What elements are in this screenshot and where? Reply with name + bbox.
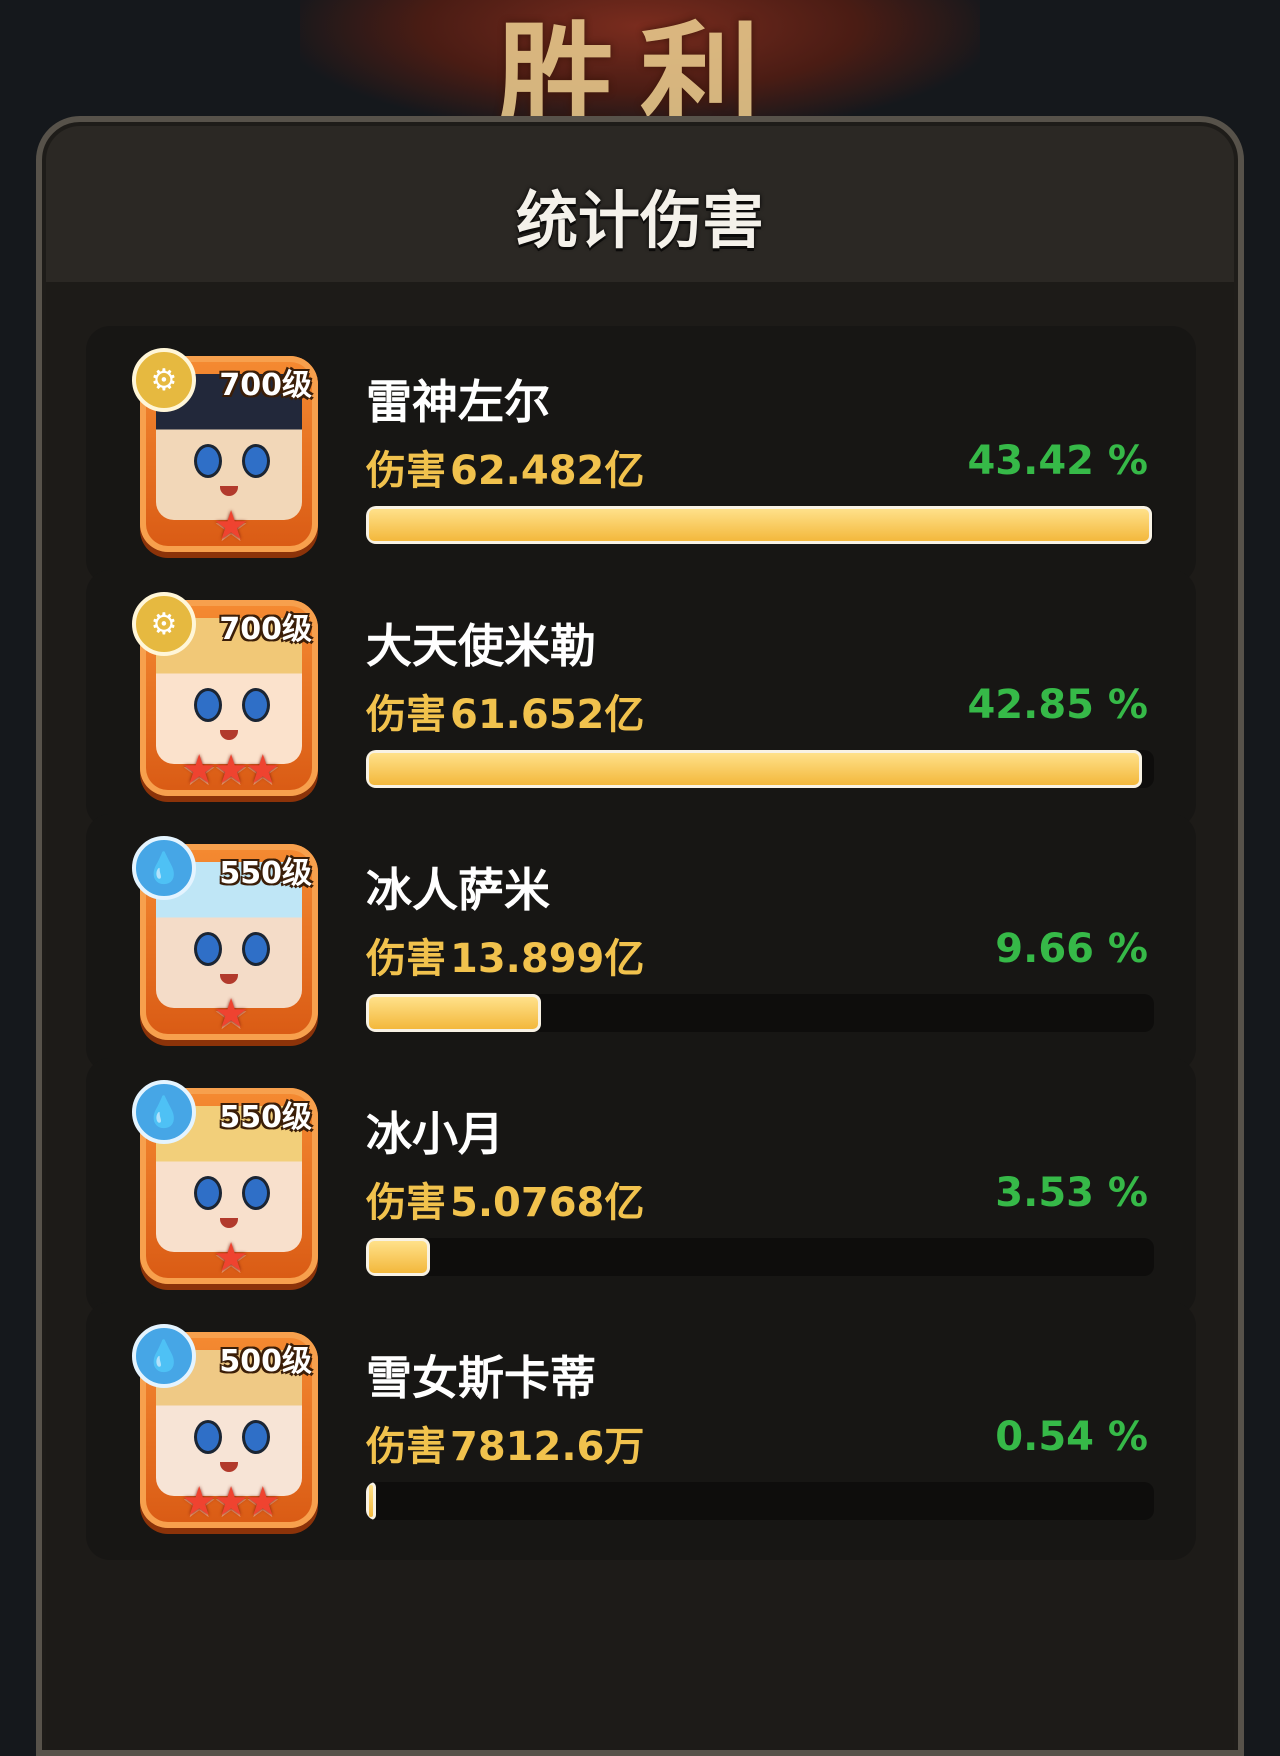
- mouth: [220, 486, 238, 496]
- hero-portrait[interactable]: ★ 💧 550级: [132, 836, 318, 1040]
- element-icon: 💧: [132, 1080, 196, 1144]
- eye-left: [194, 688, 222, 722]
- eye-right: [242, 932, 270, 966]
- hero-level: 700级: [219, 612, 312, 647]
- element-icon: 💧: [132, 836, 196, 900]
- damage-percent: 3.53 %: [995, 1170, 1148, 1216]
- hero-name: 大天使米勒: [366, 619, 596, 673]
- damage-value: 7812.6万: [450, 1424, 645, 1470]
- damage-value: 5.0768亿: [450, 1180, 645, 1226]
- damage-line: 伤害 61.652亿: [366, 682, 648, 740]
- damage-bar-track: [366, 750, 1154, 788]
- damage-percent: 0.54 %: [995, 1414, 1148, 1460]
- mouth: [220, 1218, 238, 1228]
- hero-level: 550级: [219, 1100, 312, 1135]
- victory-banner: 胜利: [300, 0, 980, 150]
- hero-name: 冰小月: [366, 1107, 504, 1161]
- hero-name: 雷神左尔: [366, 375, 550, 429]
- damage-percent: 43.42 %: [967, 438, 1148, 484]
- eye-right: [242, 1420, 270, 1454]
- damage-bar-track: [366, 1238, 1154, 1276]
- damage-bar-track: [366, 506, 1154, 544]
- damage-bar-track: [366, 1482, 1154, 1520]
- damage-line: 伤害 13.899亿: [366, 926, 648, 984]
- hero-portrait[interactable]: ★ ⚙ 700级: [132, 348, 318, 552]
- eye-left: [194, 932, 222, 966]
- element-icon: ⚙: [132, 592, 196, 656]
- damage-bar-fill: [366, 506, 1152, 544]
- star-rating: ★: [213, 503, 249, 549]
- star-rating: ★★★: [181, 1479, 281, 1525]
- hero-portrait[interactable]: ★★★ ⚙ 700级: [132, 592, 318, 796]
- damage-label: 伤害: [366, 692, 446, 738]
- damage-label: 伤害: [366, 1424, 446, 1470]
- damage-line: 伤害 5.0768亿: [366, 1170, 648, 1228]
- damage-label: 伤害: [366, 448, 446, 494]
- hero-name: 雪女斯卡蒂: [366, 1351, 596, 1405]
- eye-left: [194, 444, 222, 478]
- damage-bar-track: [366, 994, 1154, 1032]
- hero-row: ★★★ 💧 500级 雪女斯卡蒂 伤害 7812.6万 0.54 %: [86, 1302, 1196, 1560]
- hero-portrait[interactable]: ★★★ 💧 500级: [132, 1324, 318, 1528]
- damage-value: 61.652亿: [450, 692, 645, 738]
- hero-row: ★★★ ⚙ 700级 大天使米勒 伤害 61.652亿 42.85 %: [86, 570, 1196, 828]
- hero-row: ★ ⚙ 700级 雷神左尔 伤害 62.482亿 43.42 %: [86, 326, 1196, 584]
- damage-line: 伤害 7812.6万: [366, 1414, 648, 1472]
- hero-level: 550级: [219, 856, 312, 891]
- hero-name: 冰人萨米: [366, 863, 550, 917]
- damage-percent: 9.66 %: [995, 926, 1148, 972]
- mouth: [220, 1462, 238, 1472]
- eye-right: [242, 444, 270, 478]
- damage-line: 伤害 62.482亿: [366, 438, 648, 496]
- eye-left: [194, 1176, 222, 1210]
- eye-right: [242, 1176, 270, 1210]
- eye-left: [194, 1420, 222, 1454]
- damage-bar-fill: [366, 750, 1142, 788]
- damage-value: 13.899亿: [450, 936, 645, 982]
- star-rating: ★★★: [181, 747, 281, 793]
- damage-bar-fill: [366, 1238, 430, 1276]
- star-rating: ★: [213, 991, 249, 1037]
- eye-right: [242, 688, 270, 722]
- hero-level: 700级: [219, 368, 312, 403]
- damage-label: 伤害: [366, 1180, 446, 1226]
- star-rating: ★: [213, 1235, 249, 1281]
- damage-bar-fill: [366, 1482, 376, 1520]
- hero-level: 500级: [219, 1344, 312, 1379]
- damage-percent: 42.85 %: [967, 682, 1148, 728]
- hero-row: ★ 💧 550级 冰人萨米 伤害 13.899亿 9.66 %: [86, 814, 1196, 1072]
- panel-title: 统计伤害: [515, 184, 764, 257]
- hero-row: ★ 💧 550级 冰小月 伤害 5.0768亿 3.53 %: [86, 1058, 1196, 1316]
- element-icon: ⚙: [132, 348, 196, 412]
- damage-bar-fill: [366, 994, 541, 1032]
- hero-portrait[interactable]: ★ 💧 550级: [132, 1080, 318, 1284]
- element-icon: 💧: [132, 1324, 196, 1388]
- mouth: [220, 974, 238, 984]
- damage-label: 伤害: [366, 936, 446, 982]
- mouth: [220, 730, 238, 740]
- damage-value: 62.482亿: [450, 448, 645, 494]
